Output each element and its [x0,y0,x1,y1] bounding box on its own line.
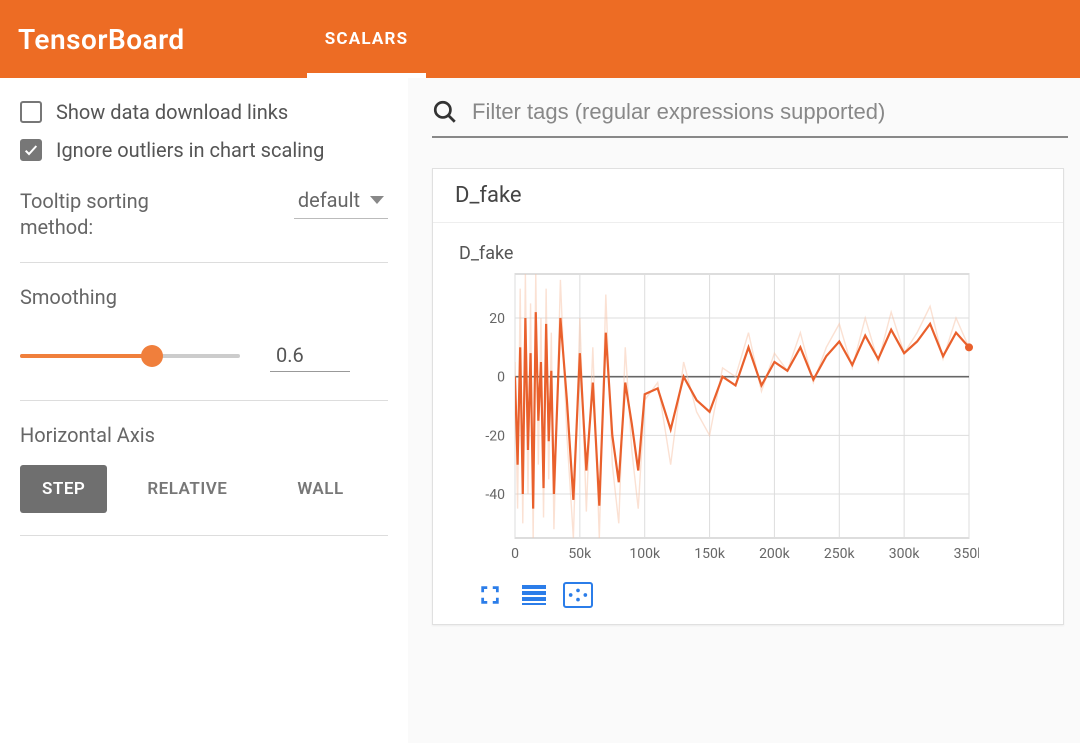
main-panel: D_fake D_fake 0 50k 100k 150k 200k 250k 300k 35… [408,78,1080,743]
chart-title: D_fake [459,243,1037,264]
header-tabs: SCALARS [285,0,449,78]
axis-button-row: STEP RELATIVE WALL [20,465,388,536]
slider-thumb[interactable] [141,345,163,367]
svg-text:250k: 250k [824,546,856,562]
tooltip-sorting-select[interactable]: default [294,188,388,219]
svg-text:300k: 300k [889,546,921,562]
checkbox-show-download[interactable] [20,101,42,123]
svg-text:0: 0 [511,546,519,562]
axis-btn-relative[interactable]: RELATIVE [125,465,249,513]
option-show-download-links[interactable]: Show data download links [20,100,388,124]
option-label: Ignore outliers in chart scaling [56,138,324,162]
svg-text:50k: 50k [568,546,592,562]
smoothing-label: Smoothing [20,285,388,309]
smoothing-slider[interactable] [20,354,240,358]
check-icon [23,142,39,158]
checkbox-ignore-outliers[interactable] [20,139,42,161]
expand-icon[interactable] [475,582,505,608]
filter-tags-input[interactable] [470,98,1068,126]
horizontal-axis-label: Horizontal Axis [20,423,388,447]
svg-text:100k: 100k [629,546,661,562]
tooltip-sorting-row: Tooltip sorting method: default [20,188,388,263]
tooltip-sorting-label: Tooltip sorting method: [20,188,170,240]
svg-text:150k: 150k [694,546,726,562]
svg-text:20: 20 [489,311,505,327]
card-section-title[interactable]: D_fake [433,169,1063,223]
fit-domain-icon[interactable] [563,582,593,608]
svg-text:-40: -40 [485,487,505,503]
svg-text:0: 0 [497,370,505,386]
axis-btn-wall[interactable]: WALL [275,465,365,513]
tab-scalars[interactable]: SCALARS [285,0,449,78]
smoothing-value-input[interactable]: 0.6 [270,339,350,372]
log-scale-icon[interactable] [519,582,549,608]
chart-toolbar [459,582,1037,608]
search-icon [432,99,458,125]
axis-btn-step[interactable]: STEP [20,465,107,513]
option-ignore-outliers[interactable]: Ignore outliers in chart scaling [20,138,388,162]
scalar-card: D_fake D_fake 0 50k 100k 150k 200k 250k 300k 35… [432,168,1064,625]
app-header: TensorBoard SCALARS [0,0,1080,78]
chart-area[interactable]: 0 50k 100k 150k 200k 250k 300k 350k -40 -20 0 20 [459,268,979,568]
option-label: Show data download links [56,100,288,124]
svg-text:200k: 200k [759,546,791,562]
sidebar: Show data download links Ignore outliers… [0,78,408,743]
svg-text:-20: -20 [485,428,505,444]
filter-tags-row [432,98,1068,138]
chevron-down-icon [370,196,384,204]
tooltip-sorting-value: default [298,188,360,212]
scalar-chart: 0 50k 100k 150k 200k 250k 300k 350k -40 -20 0 20 [459,268,979,568]
smoothing-row: 0.6 [20,339,388,401]
svg-text:350k: 350k [954,546,979,562]
app-title: TensorBoard [18,23,185,56]
